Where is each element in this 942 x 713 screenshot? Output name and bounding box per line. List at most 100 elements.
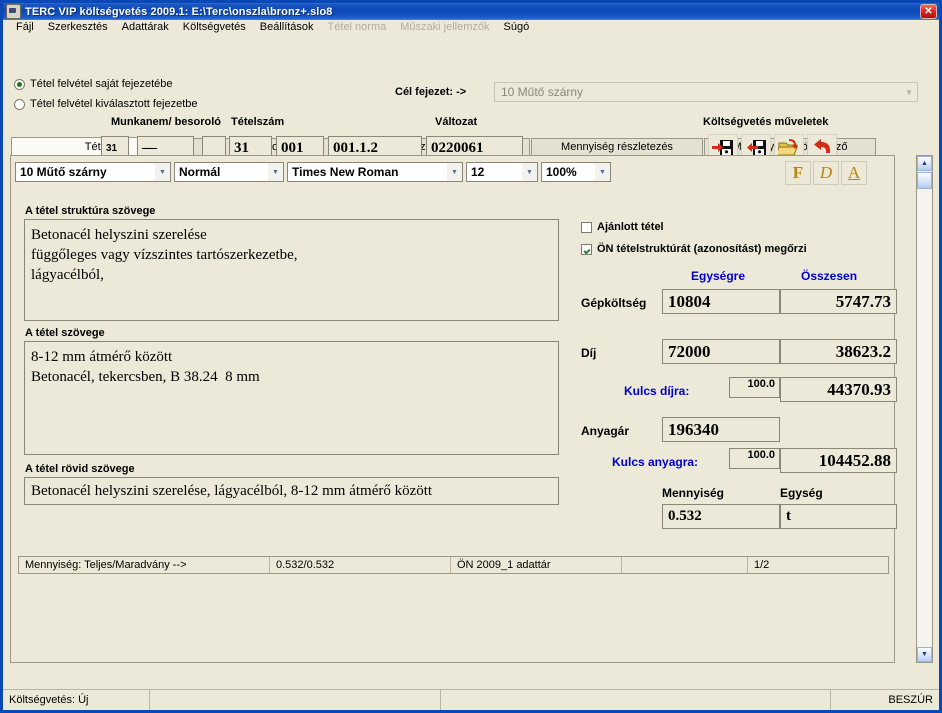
menu-item-sugo[interactable]: Súgó xyxy=(497,20,537,35)
gepkoltseg-total-field[interactable]: 5747.73 xyxy=(780,289,897,314)
radio-selected-chapter-label: Tétel felvétel kiválasztott fejezetbe xyxy=(30,98,198,110)
underline-button[interactable]: A xyxy=(841,161,867,185)
status-insert-mode: BESZÚR xyxy=(888,694,933,706)
mennyiseg-label: Mennyiség xyxy=(662,486,725,500)
on-struktura-checkbox[interactable]: ÖN tételstruktúrát (azonosítást) megőrzi xyxy=(581,243,807,255)
status-bar: Költségvetés: Új BESZÚR xyxy=(3,689,939,710)
status-budget-mode: Költségvetés: Új xyxy=(9,694,89,706)
menu-item-tetel-norma: Tétel norma xyxy=(327,21,387,33)
style-select-value: Normál xyxy=(179,165,221,179)
struktura-textarea[interactable]: Betonacél helyszini szerelése függőleges… xyxy=(24,219,559,321)
font-size-select[interactable]: 12 ▼ xyxy=(466,162,538,182)
vertical-scrollbar[interactable]: ▲ ▼ xyxy=(916,155,933,663)
tetel-panel: 10 Műtő szárny ▼ Normál ▼ Times New Roma… xyxy=(10,155,897,663)
chevron-down-icon: ▼ xyxy=(905,87,913,97)
ajanlott-tetel-box xyxy=(581,221,592,233)
dij-total-field[interactable]: 38623.2 xyxy=(780,339,897,364)
rovid-szoveg-input[interactable]: Betonacél helyszini szerelése, lágyacélb… xyxy=(24,477,559,505)
muveletek-label: Költségvetés műveletek xyxy=(703,116,829,128)
bold-button[interactable]: F xyxy=(785,161,811,185)
gepkoltseg-unit-field[interactable]: 10804 xyxy=(662,289,780,314)
kulcs-anyagra-total-field[interactable]: 104452.88 xyxy=(780,448,897,473)
font-size-select-value: 12 xyxy=(471,165,485,179)
zoom-select[interactable]: 100% ▼ xyxy=(541,162,611,182)
scroll-down-icon[interactable]: ▼ xyxy=(917,647,932,662)
panel-status-quantity-value: 0.532/0.532 xyxy=(276,559,335,571)
menu-item-adattarak[interactable]: Adattárak xyxy=(115,20,176,35)
target-chapter-select[interactable]: 10 Műtő szárny ▼ xyxy=(494,82,918,102)
radio-own-chapter-indicator xyxy=(14,78,25,90)
rovid-szoveg-label: A tétel rövid szövege xyxy=(25,463,135,475)
szoveg-textarea[interactable]: 8-12 mm átmérő között Betonacél, tekercs… xyxy=(24,341,559,455)
font-select[interactable]: Times New Roman ▼ xyxy=(287,162,463,182)
chevron-down-icon: ▼ xyxy=(522,163,537,181)
font-select-value: Times New Roman xyxy=(292,165,399,179)
chapter-select[interactable]: 10 Műtő szárny ▼ xyxy=(15,162,171,182)
chevron-down-icon: ▼ xyxy=(268,163,283,181)
panel-status-empty xyxy=(622,557,747,573)
scrollbar-thumb[interactable] xyxy=(917,172,932,189)
editor-toolbar: 10 Műtő szárny ▼ Normál ▼ Times New Roma… xyxy=(15,162,611,182)
menu-bar: Fájl Szerkesztés Adattárak Költségvetés … xyxy=(3,20,939,36)
ajanlott-tetel-checkbox[interactable]: Ajánlott tétel xyxy=(581,221,664,233)
szoveg-label: A tétel szövege xyxy=(25,327,105,339)
on-struktura-label: ÖN tételstruktúrát (azonosítást) megőrzi xyxy=(597,243,807,255)
zoom-select-value: 100% xyxy=(546,165,577,179)
kulcs-anyagra-label: Kulcs anyagra: xyxy=(612,455,699,469)
app-icon xyxy=(6,4,21,19)
chevron-down-icon: ▼ xyxy=(595,163,610,181)
egyseg-field[interactable]: t xyxy=(780,504,897,529)
valtozat-label: Változat xyxy=(435,116,478,128)
anyagar-label: Anyagár xyxy=(581,424,630,438)
text-format-toolbar: F D A xyxy=(785,161,867,185)
munkanem-label: Munkanem/ besoroló xyxy=(111,116,222,128)
status-cell-2 xyxy=(150,690,440,710)
tetelszam-label: Tételszám xyxy=(231,116,285,128)
mennyiseg-field[interactable]: 0.532 xyxy=(662,504,780,529)
menu-item-muszaki-jellemzok: Műszaki jellemzők xyxy=(400,21,490,33)
style-select[interactable]: Normál ▼ xyxy=(174,162,284,182)
close-icon[interactable]: ✕ xyxy=(920,4,937,19)
egyseg-label: Egység xyxy=(780,486,823,500)
radio-selected-chapter[interactable]: Tétel felvétel kiválasztott fejezetbe xyxy=(14,98,198,110)
anyagar-field[interactable]: 196340 xyxy=(662,417,780,442)
panel-status-quantity-label: Mennyiség: Teljes/Maradvány --> xyxy=(25,559,187,571)
panel-status-database: ÖN 2009_1 adattár xyxy=(457,559,551,571)
panel-status-bar: Mennyiség: Teljes/Maradvány --> 0.532/0.… xyxy=(18,556,889,574)
status-cell-3 xyxy=(441,690,830,710)
panel-status-page: 1/2 xyxy=(754,559,770,571)
target-chapter-label: Cél fejezet: -> xyxy=(395,86,467,98)
chapter-select-value: 10 Műtő szárny xyxy=(20,165,107,179)
main-area: 10 Műtő szárny ▼ Normál ▼ Times New Roma… xyxy=(3,155,939,689)
application-window: TERC VIP költségvetés 2009.1: E:\Terc\on… xyxy=(0,0,942,713)
menu-item-beallitasok[interactable]: Beállítások xyxy=(253,20,321,35)
target-chapter-value: 10 Műtő szárny xyxy=(501,85,584,99)
tab-mennyiseg-reszletezes[interactable]: Mennyiség részletezés xyxy=(531,138,703,155)
window-title: TERC VIP költségvetés 2009.1: E:\Terc\on… xyxy=(25,5,333,18)
radio-selected-chapter-indicator xyxy=(14,98,25,110)
gepkoltseg-label: Gépköltség xyxy=(581,296,647,310)
menu-item-szerkesztes[interactable]: Szerkesztés xyxy=(41,20,115,35)
kulcs-anyagra-field[interactable]: 100.0 xyxy=(729,448,780,469)
scroll-up-icon[interactable]: ▲ xyxy=(917,156,932,171)
kulcs-dijra-total-field[interactable]: 44370.93 xyxy=(780,377,897,402)
radio-own-chapter[interactable]: Tétel felvétel saját fejezetébe xyxy=(14,78,172,90)
on-struktura-box xyxy=(581,243,592,255)
chevron-down-icon: ▼ xyxy=(447,163,462,181)
column-header-egysegre: Egységre xyxy=(691,269,746,283)
ajanlott-tetel-label: Ajánlott tétel xyxy=(597,221,664,233)
tetel-panel-inner: 10 Műtő szárny ▼ Normál ▼ Times New Roma… xyxy=(11,156,897,662)
top-form: Tétel felvétel saját fejezetébe Tétel fe… xyxy=(3,36,939,161)
struktura-label: A tétel struktúra szövege xyxy=(25,205,156,217)
kulcs-dijra-label: Kulcs díjra: xyxy=(624,384,690,398)
title-bar: TERC VIP költségvetés 2009.1: E:\Terc\on… xyxy=(3,3,939,20)
dij-label: Díj xyxy=(581,346,597,360)
kulcs-dijra-field[interactable]: 100.0 xyxy=(729,377,780,398)
radio-own-chapter-label: Tétel felvétel saját fejezetébe xyxy=(30,78,173,90)
menu-item-koltsegvetes[interactable]: Költségvetés xyxy=(176,20,253,35)
chevron-down-icon: ▼ xyxy=(155,163,170,181)
italic-button[interactable]: D xyxy=(813,161,839,185)
menu-item-fajl[interactable]: Fájl xyxy=(9,20,41,35)
column-header-osszesen: Összesen xyxy=(801,269,858,283)
dij-unit-field[interactable]: 72000 xyxy=(662,339,780,364)
